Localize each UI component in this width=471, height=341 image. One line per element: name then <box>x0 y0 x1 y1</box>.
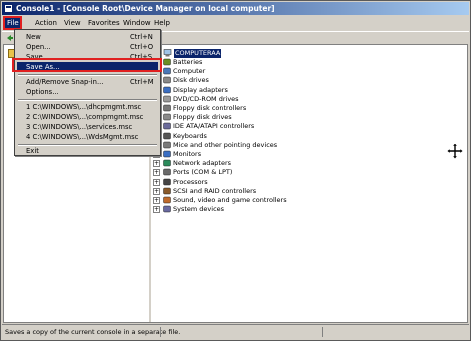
tree-item-label: Floppy disk drives <box>173 113 232 122</box>
menu-item-add-remove-snapin[interactable]: Add/Remove Snap-in... Ctrl+M <box>17 77 158 87</box>
tree-item-label: Mice and other pointing devices <box>173 140 278 149</box>
menu-item-label: Add/Remove Snap-in... <box>26 78 104 86</box>
tree-item-label: Batteries <box>173 58 203 66</box>
menu-item-recent-4[interactable]: 4 C:\WINDOWS\...\WdsMgmt.msc <box>17 132 158 142</box>
device-category-icon <box>163 178 172 186</box>
menu-item-label: 3 C:\WINDOWS\...\services.msc <box>26 123 133 131</box>
device-category-icon <box>163 67 172 75</box>
menu-item-label: New <box>26 33 41 41</box>
menu-item-recent-3[interactable]: 3 C:\WINDOWS\...\services.msc <box>17 122 158 132</box>
tree-item-label: Network adapters <box>173 159 232 168</box>
menu-item-shortcut: Ctrl+N <box>130 33 153 41</box>
tree-item-label: Processors <box>173 177 208 186</box>
expand-plus-icon[interactable]: + <box>153 169 160 177</box>
device-category-icon <box>163 104 172 112</box>
menu-item-label: 4 C:\WINDOWS\...\WdsMgmt.msc <box>26 133 139 141</box>
menu-item-exit[interactable]: Exit <box>17 146 158 156</box>
save-as-highlight-box <box>12 58 162 72</box>
computer-icon <box>163 49 172 57</box>
menu-item-label: 2 C:\WINDOWS\...\compmgmt.msc <box>26 113 144 121</box>
menu-item-shortcut: Ctrl+O <box>130 43 154 51</box>
console-icon <box>4 4 13 13</box>
tree-item-label: Ports (COM & LPT) <box>173 168 233 177</box>
device-category-icon <box>163 113 172 121</box>
menu-separator <box>18 99 157 101</box>
move-cursor-icon <box>446 142 464 160</box>
menu-item-new[interactable]: New Ctrl+N <box>17 32 158 42</box>
expand-plus-icon[interactable]: + <box>153 187 160 195</box>
window-title: Console1 - [Console Root\Device Manager … <box>16 4 275 13</box>
menu-item-recent-2[interactable]: 2 C:\WINDOWS\...\compmgmt.msc <box>17 112 158 122</box>
status-divider <box>322 327 323 337</box>
menu-item-recent-1[interactable]: 1 C:\WINDOWS\...\dhcpmgmt.msc <box>17 102 158 112</box>
menu-item-label: Exit <box>26 147 39 155</box>
back-arrow-icon[interactable] <box>6 34 14 42</box>
status-divider <box>160 327 161 337</box>
file-menu-dropdown: New Ctrl+N Open... Ctrl+O Save Ctrl+S Sa… <box>14 29 161 156</box>
tree-item-label: Floppy disk controllers <box>173 104 247 112</box>
device-category-icon <box>163 168 172 176</box>
device-category-icon <box>163 95 172 103</box>
device-category-icon <box>163 122 172 130</box>
file-menu-highlight-box <box>3 16 22 30</box>
menu-item-options[interactable]: Options... <box>17 87 158 97</box>
menu-item-label: 1 C:\WINDOWS\...\dhcpmgmt.msc <box>26 103 142 111</box>
menu-separator <box>18 74 157 76</box>
device-category-icon <box>163 150 172 158</box>
menu-item-label: Options... <box>26 88 59 96</box>
status-bar: Saves a copy of the current console in a… <box>2 324 469 339</box>
device-category-icon <box>163 196 172 204</box>
menu-favorites[interactable]: Favorites <box>88 17 120 29</box>
device-category-icon <box>163 187 172 195</box>
menu-action[interactable]: Action <box>35 17 57 29</box>
tree-item-label: Monitors <box>173 150 202 158</box>
device-category-icon <box>163 58 172 66</box>
device-category-icon <box>163 205 172 213</box>
expand-plus-icon[interactable]: + <box>153 197 160 204</box>
menu-window[interactable]: Window <box>123 17 151 29</box>
tree-root-label: COMPUTERAA <box>174 49 222 58</box>
menu-bar: File Action View Favorites Window Help <box>2 16 469 30</box>
device-category-icon <box>163 141 172 149</box>
tree-item-label: Display adapters <box>173 85 228 94</box>
tree-item-label: Sound, video and game controllers <box>173 196 287 204</box>
menu-item-open[interactable]: Open... Ctrl+O <box>17 42 158 52</box>
tree-item-label: Disk drives <box>173 76 209 85</box>
tree-item-label: System devices <box>173 205 225 214</box>
tree-item-label: SCSI and RAID controllers <box>173 186 257 195</box>
device-category-icon <box>163 159 172 167</box>
menu-help[interactable]: Help <box>154 17 170 29</box>
expand-plus-icon[interactable]: + <box>153 206 160 214</box>
tree-item-label: Computer <box>173 67 206 76</box>
expand-plus-icon[interactable]: + <box>153 178 160 186</box>
expand-plus-icon[interactable]: + <box>153 160 160 168</box>
tree-item-label: Keyboards <box>173 131 207 140</box>
menu-item-shortcut: Ctrl+M <box>130 78 154 86</box>
tree-item-label: IDE ATA/ATAPI controllers <box>173 122 255 131</box>
menu-view[interactable]: View <box>64 17 81 29</box>
menu-item-label: Open... <box>26 43 51 51</box>
device-tree-pane[interactable]: COMPUTERAA + Batteries + Computer + Disk driv… <box>151 45 467 322</box>
device-category-icon <box>163 86 172 94</box>
tree-item-label: DVD/CD-ROM drives <box>173 94 239 103</box>
title-bar[interactable]: Console1 - [Console Root\Device Manager … <box>2 2 469 15</box>
device-category-icon <box>163 76 172 84</box>
status-text: Saves a copy of the current console in a… <box>5 328 181 336</box>
device-category-icon <box>163 132 172 140</box>
